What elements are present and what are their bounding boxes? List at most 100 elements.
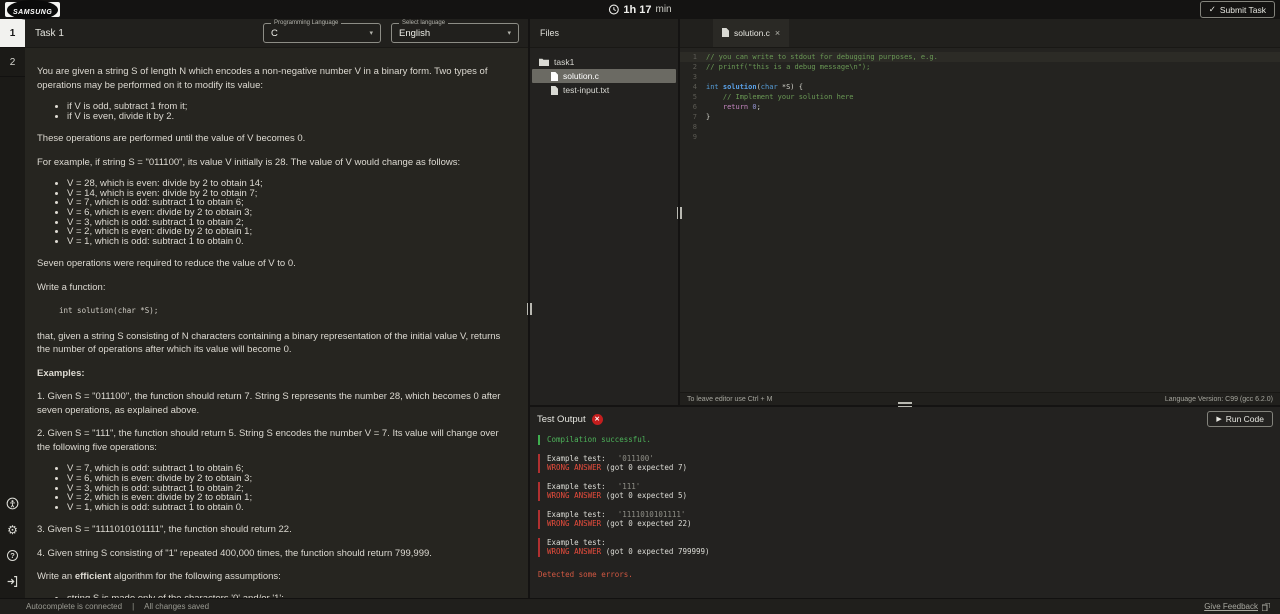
description-paragraph: For example, if string S = "011100", its… [37,156,514,170]
test-output-panel: Test Output ✕ ▶ Run Code Compilation suc… [530,405,1280,598]
samsung-logo-text: SAMSUNG [13,9,52,16]
main-area: 1 2 ⚙ ? Task 1 Programming Language C ▾ [0,19,1280,598]
verdict: WRONG ANSWER [547,547,601,556]
verdict-detail: (got 0 expected 5) [601,491,687,500]
code-text: } [706,112,710,122]
description-paragraph: These operations are performed until the… [37,132,514,146]
test-input-line: Example test:'1111010101111' [547,510,1280,520]
line-number: 9 [680,132,706,142]
operations-list: if V is odd, subtract 1 from it; if V is… [37,102,514,121]
code-text: solution [723,82,757,92]
status-bar: Autocomplete is connected | All changes … [0,598,1280,614]
ui-language-value: English [399,28,430,39]
assumptions-intro: Write an efficient algorithm for the fol… [37,570,514,584]
language-version: Language Version: C99 (gcc 6.2.0) [1165,396,1273,403]
test-input-line: Example test:'011100' [547,454,1280,464]
code-text: // you can write to stdout for debugging… [706,52,938,62]
line-number: 7 [680,112,706,122]
code-line: 8 [680,122,1280,132]
errors-summary: Detected some errors. [538,570,1280,580]
line-number: 2 [680,62,706,72]
compilation-status: Compilation successful. [547,435,651,444]
test-label: Example test: [547,538,606,547]
accessibility-icon[interactable] [6,497,19,510]
files-panel: Files task1 solution.c [530,19,678,405]
ui-language-label: Select language [399,20,448,26]
code-text: // printf("this is a debug message\n"); [706,62,870,72]
verdict-detail: (got 0 expected 7) [601,463,687,472]
logout-icon[interactable] [6,575,19,588]
test-value: '111' [618,482,641,491]
settings-gear-icon[interactable]: ⚙ [6,523,19,536]
line-number: 8 [680,122,706,132]
file-name: solution.c [563,71,599,81]
test-verdict-line: WRONG ANSWER (got 0 expected 799999) [547,547,1280,557]
play-icon: ▶ [1216,415,1221,423]
files-editor-row: Files task1 solution.c [530,19,1280,405]
verdict: WRONG ANSWER [547,491,601,500]
horizontal-resize-handle[interactable] [898,402,912,407]
give-feedback-label: Give Feedback [1204,602,1258,611]
example-steps-list: V = 28, which is even: divide by 2 to ob… [37,179,514,246]
compilation-status-block: Compilation successful. [538,435,1280,445]
samsung-logo: SAMSUNG [5,2,60,17]
clock-icon [608,4,619,15]
status-left: Autocomplete is connected | All changes … [26,602,209,611]
file-row-test-input[interactable]: test-input.txt [530,83,678,97]
submit-task-button[interactable]: ✓ Submit Task [1200,1,1275,18]
description-paragraph: Write a function: [37,281,514,295]
folder-row-task1[interactable]: task1 [530,55,678,69]
programming-language-select[interactable]: Programming Language C ▾ [263,23,381,43]
vertical-resize-handle[interactable] [675,207,683,219]
verdict: WRONG ANSWER [547,463,601,472]
test-output-label: Test Output [537,414,586,425]
code-text: *S) { [778,82,803,92]
test-verdict-line: WRONG ANSWER (got 0 expected 7) [547,463,1280,473]
test-input-line: Example test:'111' [547,482,1280,492]
close-icon[interactable]: × [775,28,780,38]
code-editor[interactable]: 1// you can write to stdout for debuggin… [680,48,1280,392]
task-tab-1[interactable]: 1 [0,19,25,48]
task-header: Task 1 Programming Language C ▾ Select l… [25,19,528,48]
code-line: 2// printf("this is a debug message\n"); [680,62,1280,72]
test-output-header-row: Test Output ✕ ▶ Run Code [530,407,1280,429]
samsung-logo-oval: SAMSUNG [7,0,58,20]
tab-solution-c[interactable]: solution.c × [713,18,789,47]
verdict-detail: (got 0 expected 799999) [601,547,709,556]
file-row-solution[interactable]: solution.c [532,69,676,83]
description-paragraph: 4. Given string S consisting of "1" repe… [37,547,514,561]
file-tree: task1 solution.c test-input.txt [530,48,678,97]
help-icon[interactable]: ? [6,549,19,562]
give-feedback-link[interactable]: Give Feedback [1204,602,1270,611]
test-result-block: Example test:'011100' WRONG ANSWER (got … [538,454,1280,473]
efficient-emphasis: efficient [75,571,111,582]
programming-language-value: C [271,28,278,39]
test-input-line: Example test: [547,538,1280,548]
test-value: '011100' [618,454,654,463]
language-dropdowns: Programming Language C ▾ Select language… [263,23,519,43]
error-status-icon: ✕ [592,414,603,425]
save-status: All changes saved [144,602,209,611]
task-tab-2[interactable]: 2 [0,48,25,77]
run-code-button[interactable]: ▶ Run Code [1207,411,1273,427]
list-item: V = 1, which is odd: subtract 1 to obtai… [67,237,514,247]
line-number: 1 [680,52,706,62]
ui-language-select[interactable]: Select language English ▾ [391,23,519,43]
list-item: V = 1, which is odd: subtract 1 to obtai… [67,503,514,513]
examples-heading: Examples: [37,367,514,381]
list-item: string S is made only of the characters … [67,594,514,598]
chevron-down-icon: ▾ [507,29,511,37]
check-icon: ✓ [1209,4,1216,15]
files-editor-divider[interactable] [678,19,680,405]
description-paragraph: 3. Given S = "1111010101111", the functi… [37,523,514,537]
text-span: algorithm for the following assumptions: [111,571,281,582]
test-output-title: Test Output ✕ [537,414,603,425]
vertical-resize-handle[interactable] [525,303,533,315]
autocomplete-status: Autocomplete is connected [26,602,122,611]
code-line: 4int solution(char *S) { [680,82,1280,92]
folder-name: task1 [554,57,574,67]
task-description: You are given a string S of length N whi… [25,48,528,598]
code-text: ; [757,102,761,112]
code-text: // Implement your solution here [706,92,854,102]
editor-escape-hint: To leave editor use Ctrl + M [687,396,772,403]
